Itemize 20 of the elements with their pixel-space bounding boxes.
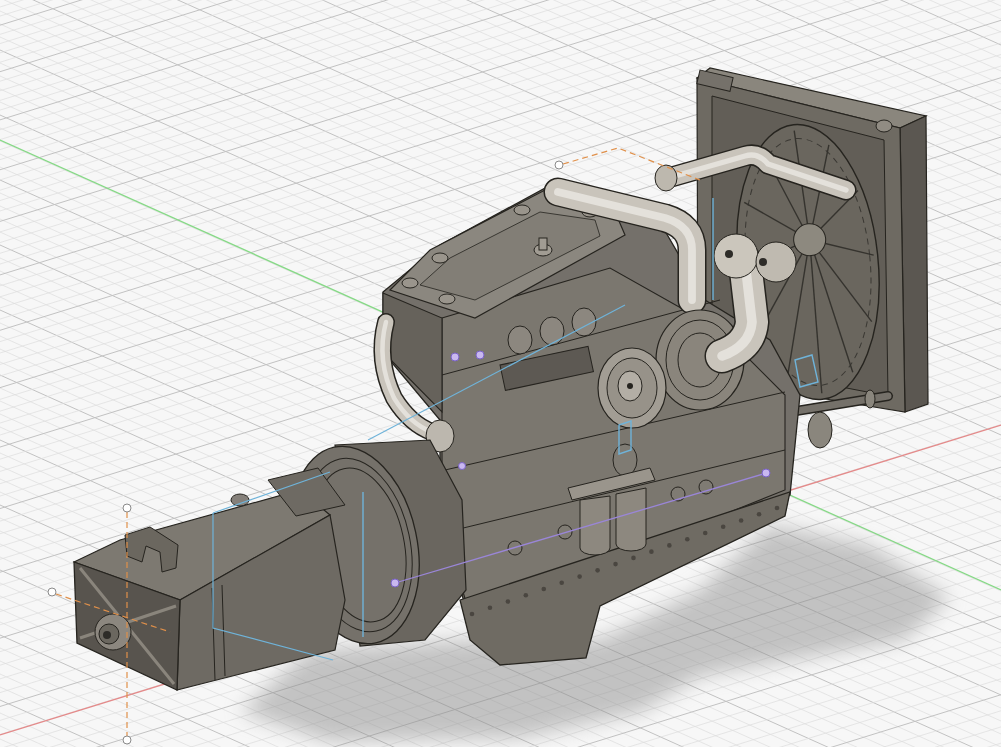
pipe-end-cap <box>654 164 678 192</box>
sketch-point-icon <box>761 468 771 478</box>
sketch-line <box>794 354 819 388</box>
sketch-point-icon <box>475 350 485 360</box>
block-plug <box>698 479 714 495</box>
endpoint-icon <box>122 735 132 745</box>
exhaust-port <box>571 307 597 337</box>
sketch-point-icon <box>458 462 466 470</box>
sketch-point-icon <box>450 352 460 362</box>
endpoint-icon <box>47 587 57 597</box>
block-plug <box>557 524 573 540</box>
exhaust-port <box>507 325 533 355</box>
hose-clamp <box>425 419 455 453</box>
sketch-point-icon <box>390 578 400 588</box>
block-plug <box>670 486 686 502</box>
shaft-pulley <box>807 411 833 449</box>
block-plug <box>507 540 523 556</box>
endpoint-icon <box>122 503 132 513</box>
endpoint-icon <box>554 160 564 170</box>
exhaust-port <box>539 316 565 346</box>
